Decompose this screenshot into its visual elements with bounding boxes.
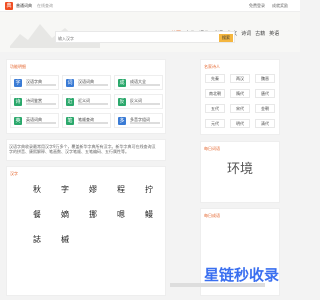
cidian-icon: 词 xyxy=(66,79,74,87)
dynasty-tag[interactable]: 魏晋 xyxy=(255,74,275,83)
tool-bishun[interactable]: 笔 笔顺查询 xyxy=(62,113,111,128)
jinyici-icon: 近 xyxy=(66,98,74,106)
daily-word-title: 每日词语 xyxy=(204,146,220,151)
nav-shici[interactable]: 诗词 xyxy=(240,30,252,39)
tool-sub xyxy=(130,84,160,86)
tool-cidian[interactable]: 词 汉语词典 xyxy=(62,75,111,90)
tool-sub xyxy=(78,122,108,124)
login-link[interactable]: 免费登录 xyxy=(249,3,265,9)
dynasty-tag[interactable]: 先秦 xyxy=(205,74,225,83)
shici-icon: 诗 xyxy=(14,98,22,106)
english-icon: 英 xyxy=(14,117,22,125)
dynasty-tag[interactable]: 五代 xyxy=(205,104,225,113)
search-input[interactable] xyxy=(58,33,212,43)
intro-text: 汉语字典收录最常用汉字9万多个，覆盖新华字典所有汉字。新华字典可在线查询汉字的拼… xyxy=(9,144,156,154)
char-link[interactable]: 字 xyxy=(55,183,75,199)
tool-fanyici[interactable]: 反 反义词 xyxy=(114,94,163,109)
fanyici-icon: 反 xyxy=(118,98,126,106)
tool-sub xyxy=(78,84,108,86)
char-link[interactable]: 餐 xyxy=(27,208,47,224)
tool-english[interactable]: 英 英语词典 xyxy=(10,113,59,128)
char-link[interactable]: 秋 xyxy=(27,183,47,199)
poets-title: 名家诗人 xyxy=(204,64,220,69)
tool-sub xyxy=(130,122,160,124)
char-link[interactable]: 拧 xyxy=(139,183,159,199)
daily-word-card: 每日词语 环境 xyxy=(200,141,280,203)
rewards-link[interactable]: 成就奖励 xyxy=(272,3,288,9)
chars-card: 汉字 秋 字 嫪 程 拧 餐 嫡 挪 嗯 鳗 誌 槭 xyxy=(6,166,166,296)
char-link[interactable]: 嫡 xyxy=(55,208,75,224)
char-link[interactable]: 挪 xyxy=(83,208,103,224)
tool-sub xyxy=(78,103,108,105)
watermark-brand: 星链秒收录 xyxy=(204,266,280,284)
char-link[interactable]: 槭 xyxy=(55,233,75,249)
watermark-subline xyxy=(170,283,265,287)
site-logo[interactable]: 典 xyxy=(5,2,13,10)
search-button[interactable]: 搜索 xyxy=(219,34,233,42)
dynasty-tag[interactable]: 唐代 xyxy=(255,89,275,98)
bishun-icon: 笔 xyxy=(66,117,74,125)
tool-sub xyxy=(26,103,56,105)
tool-duoyinzi[interactable]: 多 多音字组词 xyxy=(114,113,163,128)
top-bar: 典 普通词典 在线查询 免费登录 成就奖励 xyxy=(0,0,300,12)
chars-title: 汉字 xyxy=(10,171,18,176)
dynasty-tag[interactable]: 明代 xyxy=(230,119,250,128)
dynasty-tag[interactable]: 南北朝 xyxy=(205,89,225,98)
dynasty-tag[interactable]: 隋代 xyxy=(230,89,250,98)
nav-guji[interactable]: 古籍 xyxy=(254,30,266,39)
tool-jinyici[interactable]: 近 近义词 xyxy=(62,94,111,109)
intro-card: 汉语字典收录最常用汉字9万多个，覆盖新华字典所有汉字。新华字典可在线查询汉字的拼… xyxy=(6,139,166,161)
dynasty-tag[interactable]: 金朝 xyxy=(255,104,275,113)
nav-english[interactable]: 英语 xyxy=(268,30,280,39)
char-link[interactable]: 誌 xyxy=(27,233,47,249)
daily-word[interactable]: 环境 xyxy=(201,158,279,177)
site-subtitle: 在线查询 xyxy=(37,3,53,8)
poets-card: 名家诗人 先秦 两汉 魏晋 南北朝 隋代 唐代 五代 宋代 金朝 元代 明代 清… xyxy=(200,59,280,135)
char-link[interactable]: 程 xyxy=(111,183,131,199)
char-link[interactable]: 嫪 xyxy=(83,183,103,199)
zidian-icon: 字 xyxy=(14,79,22,87)
tool-shici[interactable]: 诗 诗词鉴赏 xyxy=(10,94,59,109)
char-link[interactable]: 嗯 xyxy=(111,208,131,224)
tool-zidian[interactable]: 字 汉语字典 xyxy=(10,75,59,90)
char-link[interactable]: 鳗 xyxy=(139,208,159,224)
tools-title: 功能明细 xyxy=(10,64,26,69)
daily-idiom-title: 每日成语 xyxy=(204,213,220,218)
dynasty-tag[interactable]: 宋代 xyxy=(230,104,250,113)
dynasty-tag[interactable]: 元代 xyxy=(205,119,225,128)
site-name[interactable]: 普通词典 xyxy=(16,3,32,9)
tool-sub xyxy=(26,122,56,124)
tool-sub xyxy=(130,103,160,105)
tool-sub xyxy=(26,84,56,86)
duoyinzi-icon: 多 xyxy=(118,117,126,125)
dynasty-tag[interactable]: 两汉 xyxy=(230,74,250,83)
tool-chengyu[interactable]: 成 成语大全 xyxy=(114,75,163,90)
search-bar: 搜索 xyxy=(55,31,235,43)
dynasty-tag[interactable]: 清代 xyxy=(255,119,275,128)
tools-card: 功能明细 字 汉语字典 词 汉语词典 成 成语大全 诗 诗词鉴赏 近 近义词 反… xyxy=(6,59,166,134)
chengyu-icon: 成 xyxy=(118,79,126,87)
